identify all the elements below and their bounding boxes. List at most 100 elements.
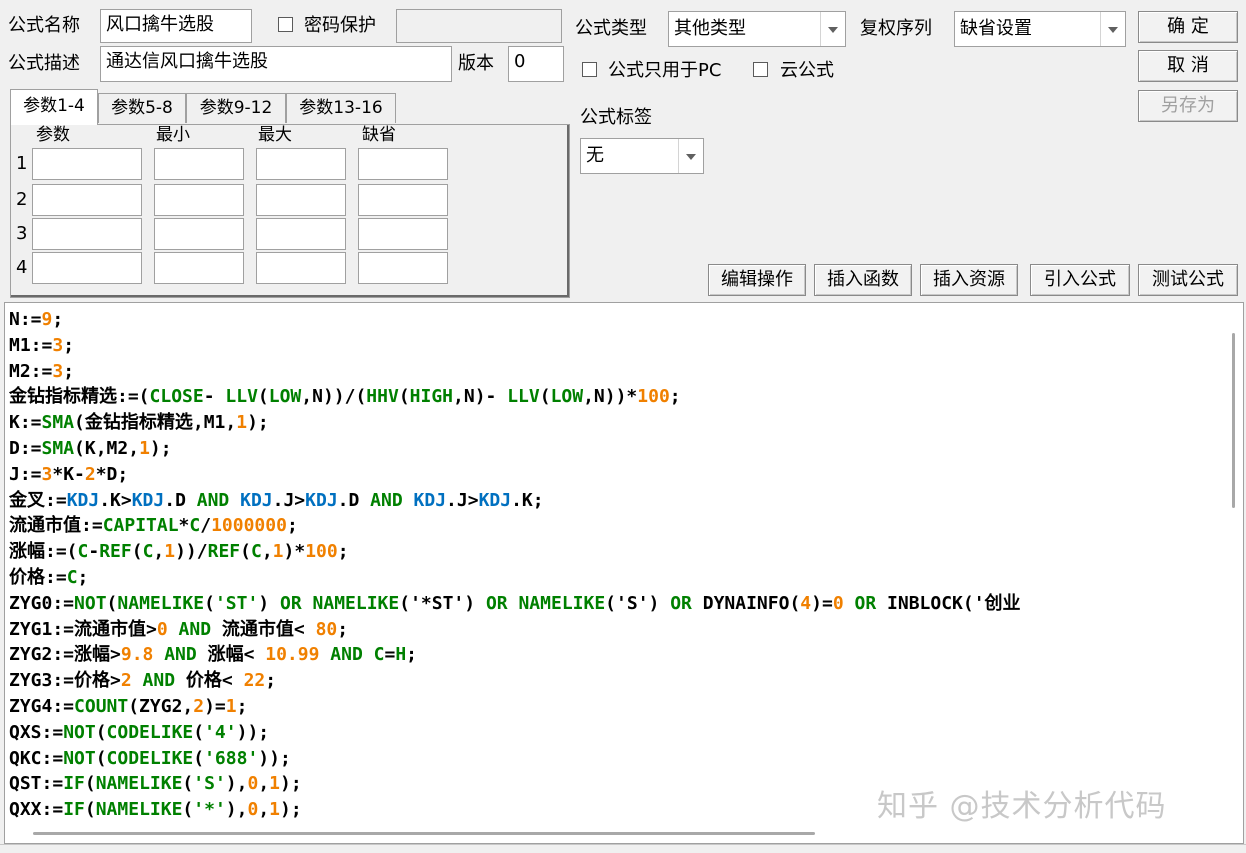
formula-name-label: 公式名称 bbox=[8, 15, 80, 36]
tab-params-13-16[interactable]: 参数13-16 bbox=[286, 93, 396, 123]
insert-function-button[interactable]: 插入函数 bbox=[814, 264, 912, 296]
code-token: ); bbox=[280, 799, 302, 821]
code-token: NAMELIKE bbox=[95, 773, 183, 795]
code-line[interactable]: ZYG0:=NOT(NAMELIKE('ST') OR NAMELIKE('*S… bbox=[9, 591, 1219, 617]
param-min-input[interactable] bbox=[154, 218, 244, 250]
code-line[interactable]: K:=SMA(金钻指标精选,M1,1); bbox=[9, 410, 1219, 436]
tab-params-5-8[interactable]: 参数5-8 bbox=[98, 93, 186, 123]
formula-code-editor[interactable]: N:=9; M1:=3; M2:=3; 金钻指标精选:=(CLOSE- LLV(LOW… bbox=[4, 302, 1244, 844]
param-min-input[interactable] bbox=[154, 148, 244, 180]
code-token: ); bbox=[149, 437, 172, 459]
vertical-scrollbar[interactable] bbox=[1223, 303, 1243, 823]
tab-params-9-12[interactable]: 参数9-12 bbox=[186, 93, 286, 123]
code-token: (K,M2, bbox=[74, 437, 140, 459]
formula-type-value: 其他类型 bbox=[674, 18, 746, 39]
code-token: ( bbox=[204, 592, 215, 614]
code-token: 流通市值< bbox=[211, 618, 316, 640]
code-line[interactable]: ZYG4:=COUNT(ZYG2,2)=1; bbox=[9, 694, 1219, 720]
horizontal-scroll-thumb[interactable] bbox=[33, 832, 815, 835]
tab-params-1-4[interactable]: 参数1-4 bbox=[10, 89, 98, 125]
code-token: 'S' bbox=[193, 773, 226, 795]
code-line[interactable]: ZYG3:=价格>2 AND 价格< 22; bbox=[9, 668, 1219, 694]
formula-desc-label: 公式描述 bbox=[8, 53, 80, 74]
vertical-scroll-thumb[interactable] bbox=[1232, 333, 1235, 508]
param-name-input[interactable] bbox=[32, 218, 142, 250]
param-default-input[interactable] bbox=[358, 218, 448, 250]
code-token: ; bbox=[406, 644, 418, 666]
pc-only-checkbox[interactable] bbox=[582, 62, 597, 77]
code-token: ( bbox=[399, 592, 411, 614]
code-line[interactable]: 流通市值:=CAPITAL*C/1000000; bbox=[9, 513, 1219, 539]
code-line[interactable]: 价格:=C; bbox=[9, 565, 1219, 591]
code-token: ( bbox=[398, 386, 410, 408]
code-token: 金钻指标精选:=( bbox=[9, 386, 150, 408]
code-line[interactable]: D:=SMA(K,M2,1); bbox=[9, 436, 1219, 462]
code-line[interactable]: J:=3*K-2*D; bbox=[9, 462, 1219, 488]
code-line[interactable]: QKC:=NOT(CODELIKE('688')); bbox=[9, 746, 1219, 772]
code-token: '*ST' bbox=[410, 592, 465, 614]
formula-type-select[interactable]: 其他类型 bbox=[668, 11, 846, 47]
password-protect-checkbox[interactable] bbox=[278, 17, 293, 32]
save-as-button[interactable]: 另存为 bbox=[1138, 90, 1238, 122]
ok-button[interactable]: 确 定 bbox=[1138, 11, 1238, 43]
param-col-header: 参数 bbox=[36, 125, 70, 145]
code-line[interactable]: 金钻指标精选:=(CLOSE- LLV(LOW,N))/(HHV(HIGH,N)… bbox=[9, 384, 1219, 410]
code-line[interactable]: M2:=3; bbox=[9, 359, 1219, 385]
chevron-down-icon[interactable] bbox=[820, 12, 845, 46]
param-default-input[interactable] bbox=[358, 148, 448, 180]
code-token: ZYG3:=价格> bbox=[9, 670, 121, 692]
formula-tag-select[interactable]: 无 bbox=[580, 138, 704, 174]
rights-series-select[interactable]: 缺省设置 bbox=[954, 11, 1126, 47]
code-token: 金叉:= bbox=[9, 489, 67, 511]
param-name-input[interactable] bbox=[32, 252, 142, 284]
test-formula-button[interactable]: 测试公式 bbox=[1138, 264, 1238, 296]
version-input[interactable]: 0 bbox=[508, 46, 564, 82]
param-min-input[interactable] bbox=[154, 252, 244, 284]
code-line[interactable]: M1:=3; bbox=[9, 333, 1219, 359]
password-input[interactable] bbox=[396, 9, 562, 43]
code-content[interactable]: N:=9; M1:=3; M2:=3; 金钻指标精选:=(CLOSE- LLV(LOW… bbox=[9, 307, 1219, 823]
horizontal-scrollbar[interactable] bbox=[5, 823, 1243, 843]
code-token: ); bbox=[280, 773, 302, 795]
code-line[interactable]: 金叉:=KDJ.K>KDJ.D AND KDJ.J>KDJ.D AND KDJ.… bbox=[9, 488, 1219, 514]
code-line[interactable]: ZYG2:=涨幅>9.8 AND 涨幅< 10.99 AND C=H; bbox=[9, 642, 1219, 668]
param-name-input[interactable] bbox=[32, 148, 142, 180]
param-max-input[interactable] bbox=[256, 184, 346, 216]
code-token: = bbox=[384, 644, 396, 666]
code-line[interactable]: 涨幅:=(C-REF(C,1))/REF(C,1)*100; bbox=[9, 539, 1219, 565]
insert-resource-button[interactable]: 插入资源 bbox=[920, 264, 1018, 296]
code-token: ; bbox=[77, 566, 89, 588]
chevron-down-icon[interactable] bbox=[1100, 12, 1125, 46]
code-token: C bbox=[66, 566, 78, 588]
param-max-input[interactable] bbox=[256, 252, 346, 284]
formula-name-input[interactable]: 风口擒牛选股 bbox=[100, 9, 252, 43]
param-name-input[interactable] bbox=[32, 184, 142, 216]
param-default-input[interactable] bbox=[358, 184, 448, 216]
rights-series-label: 复权序列 bbox=[860, 18, 932, 39]
param-min-input[interactable] bbox=[154, 184, 244, 216]
chevron-down-icon[interactable] bbox=[678, 139, 703, 173]
code-token: 涨幅:=( bbox=[9, 541, 78, 563]
code-token: QXS:= bbox=[9, 721, 64, 743]
code-token: 1 bbox=[269, 799, 280, 821]
formula-desc-input[interactable]: 通达信风口擒牛选股 bbox=[100, 46, 452, 82]
cloud-formula-checkbox[interactable] bbox=[753, 62, 768, 77]
param-default-input[interactable] bbox=[358, 252, 448, 284]
edit-operations-button[interactable]: 编辑操作 bbox=[708, 264, 806, 296]
pc-only-label: 公式只用于PC bbox=[608, 60, 722, 81]
code-line[interactable]: N:=9; bbox=[9, 307, 1219, 333]
code-token: )= bbox=[811, 592, 833, 614]
code-token: ; bbox=[669, 386, 681, 408]
code-token: ; bbox=[236, 695, 248, 717]
code-token: ZYG1:=流通市值> bbox=[9, 618, 157, 640]
code-token: AND bbox=[142, 670, 176, 692]
import-formula-button[interactable]: 引入公式 bbox=[1030, 264, 1130, 296]
param-max-input[interactable] bbox=[256, 218, 346, 250]
param-max-input[interactable] bbox=[256, 148, 346, 180]
code-line[interactable]: ZYG1:=流通市值>0 AND 流通市值< 80; bbox=[9, 617, 1219, 643]
cancel-button[interactable]: 取 消 bbox=[1138, 50, 1238, 82]
code-line[interactable]: QXS:=NOT(CODELIKE('4')); bbox=[9, 720, 1219, 746]
